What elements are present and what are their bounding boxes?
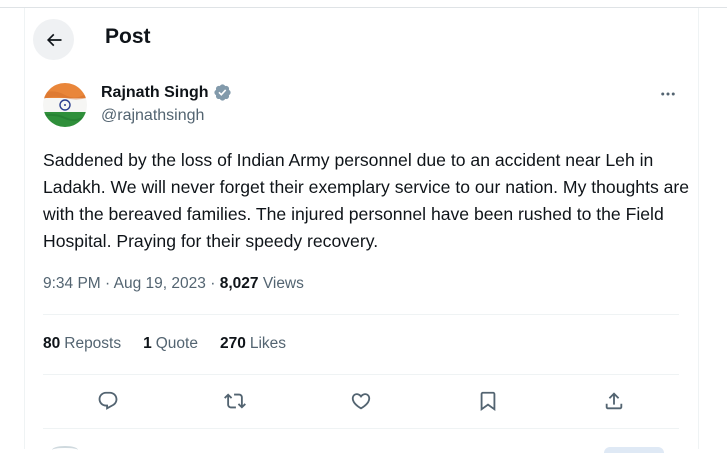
reposts-stat[interactable]: 80 Reposts: [43, 335, 121, 353]
verified-badge-icon: [213, 84, 231, 101]
repost-button[interactable]: [222, 388, 248, 414]
page-title: Post: [105, 25, 151, 48]
back-button[interactable]: [33, 19, 74, 60]
quotes-count: 1: [143, 335, 152, 352]
quotes-stat[interactable]: 1 Quote: [143, 335, 198, 353]
views-label: Views: [262, 275, 304, 292]
likes-label: Likes: [249, 335, 287, 352]
author-handle[interactable]: @rajnathsingh: [101, 107, 204, 125]
tweet-time[interactable]: 9:34 PM: [43, 275, 101, 292]
bookmark-icon: [480, 391, 496, 412]
meta-separator: ·: [210, 275, 216, 292]
quotes-label: Quote: [155, 335, 198, 352]
likes-count: 270: [219, 335, 246, 352]
like-icon: [351, 393, 371, 410]
reposts-label: Reposts: [64, 335, 122, 352]
tweet-text: Saddened by the loss of Indian Army pers…: [43, 150, 690, 251]
share-icon: [605, 392, 623, 410]
views-count: 8,027: [219, 275, 259, 292]
reply-button[interactable]: [95, 388, 121, 414]
like-button[interactable]: [348, 388, 374, 414]
reply-composer-avatar-edge: [52, 446, 78, 454]
engagement-stats: 80 Reposts 1 Quote 270 Likes: [43, 335, 286, 353]
column-border-right: [698, 8, 699, 449]
reply-icon: [98, 391, 118, 410]
more-options-button[interactable]: [655, 84, 681, 104]
reply-button-edge: [604, 447, 664, 453]
india-flag-avatar-image: [43, 83, 87, 127]
divider: [43, 314, 679, 315]
share-button[interactable]: [601, 388, 627, 414]
reposts-count: 80: [43, 335, 61, 352]
repost-icon: [224, 393, 246, 409]
column-border-left: [24, 8, 25, 449]
author-name-row[interactable]: Rajnath Singh: [101, 83, 232, 102]
arrow-left-icon: [46, 33, 61, 46]
bookmark-button[interactable]: [475, 388, 501, 414]
meta-separator: ·: [105, 275, 111, 292]
more-icon: [661, 92, 675, 96]
action-bar: [95, 388, 635, 414]
divider: [43, 428, 679, 429]
divider: [43, 374, 679, 375]
tweet-meta: 9:34 PM · Aug 19, 2023 · 8,027 Views: [43, 275, 304, 293]
likes-stat[interactable]: 270 Likes: [220, 335, 286, 353]
tweet-date[interactable]: Aug 19, 2023: [114, 275, 206, 292]
top-border: [0, 7, 727, 8]
author-name[interactable]: Rajnath Singh: [101, 84, 209, 102]
avatar[interactable]: [43, 83, 87, 127]
